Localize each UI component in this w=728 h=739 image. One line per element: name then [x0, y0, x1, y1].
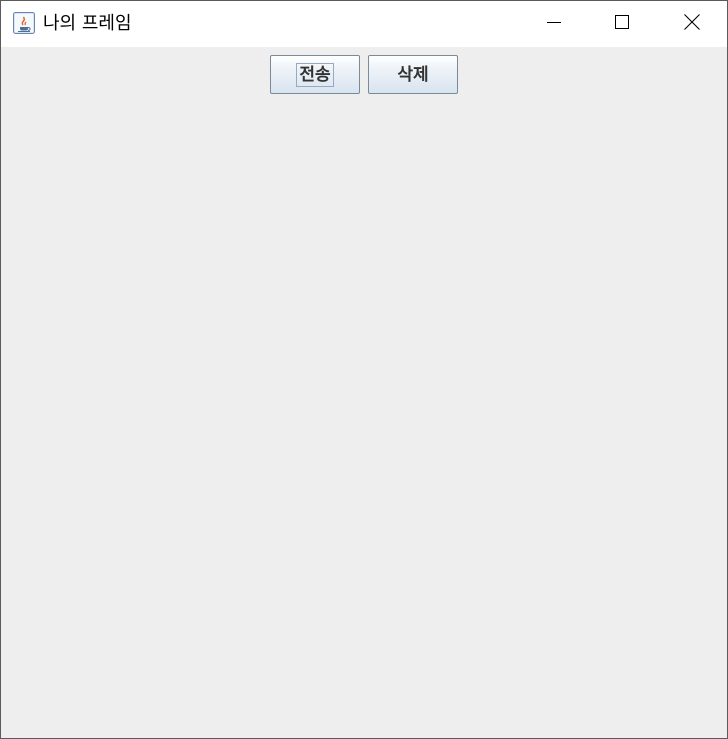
send-button-label: 전송: [296, 62, 334, 87]
delete-button[interactable]: 삭제: [368, 55, 458, 94]
window-title: 나의 프레임: [43, 13, 132, 34]
minimize-button[interactable]: [531, 1, 577, 47]
send-button[interactable]: 전송: [270, 55, 360, 94]
delete-button-label: 삭제: [397, 64, 429, 85]
maximize-icon: [614, 14, 630, 34]
content-pane: 전송 삭제: [1, 47, 727, 738]
title-bar[interactable]: 나의 프레임: [1, 1, 727, 47]
maximize-button[interactable]: [599, 1, 645, 47]
app-window: 나의 프레임 전송 삭제: [0, 0, 728, 739]
java-coffee-icon[interactable]: [13, 12, 35, 34]
button-row: 전송 삭제: [1, 55, 727, 94]
close-button[interactable]: [669, 1, 715, 47]
close-icon: [683, 13, 701, 35]
minimize-icon: [546, 14, 562, 34]
